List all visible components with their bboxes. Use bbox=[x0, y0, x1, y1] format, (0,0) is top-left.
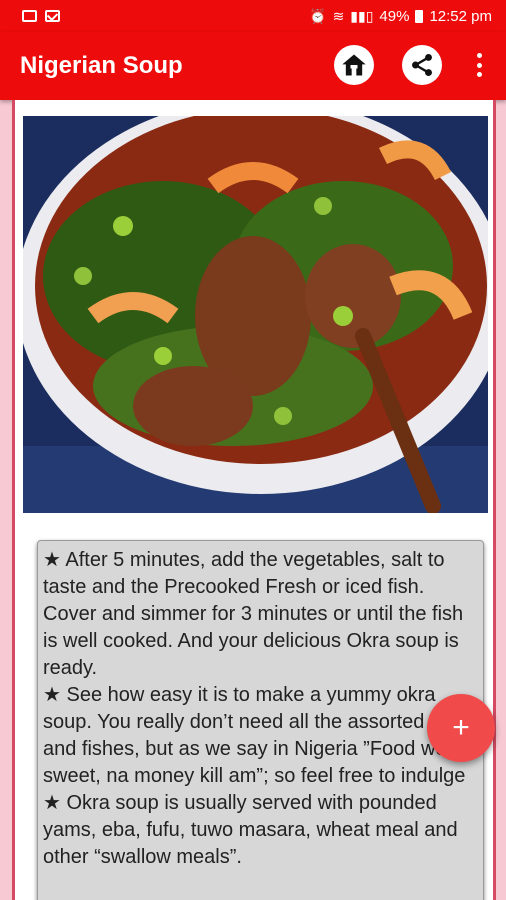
recipe-step-text: After 5 minutes, add the vegetables, sal… bbox=[43, 549, 464, 679]
home-button[interactable] bbox=[334, 45, 374, 85]
page-title: Nigerian Soup bbox=[20, 52, 183, 79]
add-fab-button[interactable]: + bbox=[427, 694, 495, 762]
okra-soup-image bbox=[23, 116, 488, 513]
share-icon bbox=[412, 53, 432, 77]
wifi-icon: ≋ bbox=[332, 8, 345, 24]
mail-notification-icon bbox=[45, 10, 60, 22]
recipe-step-text: See how easy it is to make a yummy okra … bbox=[43, 684, 475, 787]
star-icon: ★ bbox=[43, 549, 61, 571]
system-status: ⏰ ≋ ▮▮▯ 49% 12:52 pm bbox=[309, 8, 492, 25]
signal-icon: ▮▮▯ bbox=[350, 8, 374, 24]
home-icon bbox=[342, 54, 366, 76]
plus-icon: + bbox=[452, 711, 470, 744]
more-options-button[interactable] bbox=[468, 50, 490, 80]
clock: 12:52 pm bbox=[429, 7, 492, 25]
more-vertical-icon bbox=[476, 53, 482, 58]
notification-icons bbox=[22, 10, 60, 22]
star-icon: ★ bbox=[43, 792, 61, 814]
app-bar: Nigerian Soup bbox=[0, 32, 506, 100]
alarm-icon: ⏰ bbox=[309, 8, 327, 24]
star-icon: ★ bbox=[43, 684, 61, 706]
gallery-notification-icon bbox=[22, 10, 37, 22]
recipe-step: ★ After 5 minutes, add the vegetables, s… bbox=[43, 547, 475, 682]
battery-icon bbox=[415, 9, 424, 23]
okra-soup-illustration bbox=[23, 116, 488, 513]
recipe-step-text: Okra soup is usually served with pounded… bbox=[43, 792, 458, 868]
share-button[interactable] bbox=[402, 45, 442, 85]
recipe-steps-card: ★ After 5 minutes, add the vegetables, s… bbox=[37, 540, 484, 900]
recipe-step: ★ Okra soup is usually served with pound… bbox=[43, 790, 475, 871]
battery-level: 49% bbox=[379, 7, 410, 25]
recipe-step: ★ See how easy it is to make a yummy okr… bbox=[43, 682, 475, 790]
status-bar: ⏰ ≋ ▮▮▯ 49% 12:52 pm bbox=[0, 0, 506, 32]
recipe-content[interactable]: ★ After 5 minutes, add the vegetables, s… bbox=[12, 100, 496, 900]
